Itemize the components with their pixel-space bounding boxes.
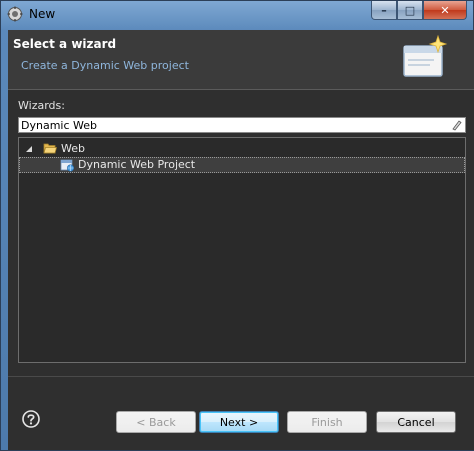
new-wizard-graphic-icon	[403, 34, 448, 77]
finish-button[interactable]: Finish	[287, 411, 367, 433]
folder-open-icon	[43, 143, 57, 154]
expanded-triangle-icon[interactable]	[25, 145, 33, 153]
new-wizard-window: New – □ ✕ Select a wizard Create a Dynam…	[0, 0, 474, 451]
tree-item-dynamic-web-project[interactable]: Dynamic Web Project	[19, 157, 465, 173]
window-title: New	[29, 7, 56, 21]
help-icon[interactable]	[22, 410, 40, 428]
minimize-button[interactable]: –	[371, 1, 397, 20]
clear-filter-icon[interactable]	[451, 119, 463, 131]
title-bar[interactable]: New – □ ✕	[1, 1, 473, 27]
footer-separator	[8, 376, 474, 377]
dialog-client-area: Select a wizard Create a Dynamic Web pro…	[8, 30, 474, 450]
close-button[interactable]: ✕	[423, 1, 467, 20]
wizard-filter-box	[18, 117, 466, 133]
banner-title: Select a wizard	[13, 37, 117, 51]
wizards-label: Wizards:	[18, 99, 65, 112]
wizard-filter-input[interactable]	[19, 118, 439, 132]
tree-item-web[interactable]: Web	[19, 141, 465, 157]
maximize-button[interactable]: □	[397, 1, 423, 20]
banner-subtitle: Create a Dynamic Web project	[21, 59, 189, 72]
back-button[interactable]: < Back	[116, 411, 196, 433]
cancel-button[interactable]: Cancel	[376, 411, 456, 433]
tree-item-label: Dynamic Web Project	[78, 158, 196, 171]
next-button[interactable]: Next >	[199, 411, 279, 433]
wizard-tree[interactable]: Web Dynamic Web Project	[18, 137, 466, 363]
dynamic-web-project-icon	[60, 159, 75, 172]
wizard-banner: Select a wizard Create a Dynamic Web pro…	[8, 30, 474, 90]
eclipse-app-icon	[7, 6, 23, 22]
tree-item-label: Web	[61, 142, 85, 155]
window-controls: – □ ✕	[371, 1, 467, 20]
